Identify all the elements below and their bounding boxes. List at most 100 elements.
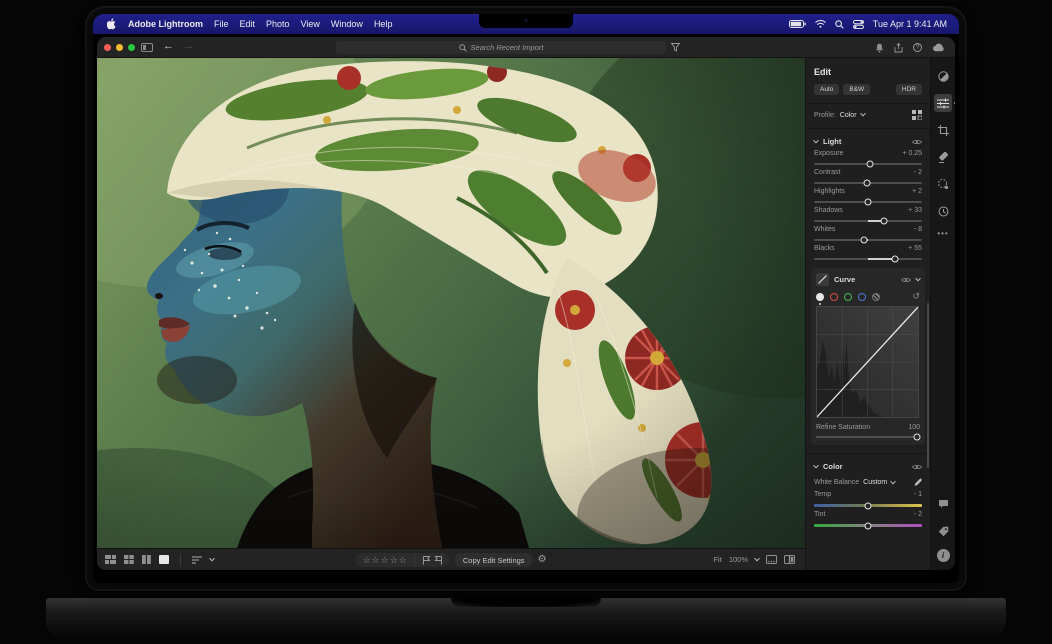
shadows-slider[interactable]: Shadows+ 33 xyxy=(806,207,930,222)
sort-chevron-icon[interactable] xyxy=(209,555,215,561)
menu-window[interactable]: Window xyxy=(331,19,363,29)
curve-tool-icon[interactable] xyxy=(816,273,829,286)
curve-channel-blue-icon[interactable] xyxy=(858,293,866,301)
menu-edit[interactable]: Edit xyxy=(240,19,256,29)
curve-parametric-icon[interactable] xyxy=(872,293,880,301)
edit-tool-icon[interactable] xyxy=(934,94,952,112)
help-icon[interactable]: ? xyxy=(913,43,922,52)
slider-knob[interactable] xyxy=(892,256,899,263)
color-visibility-eye-icon[interactable] xyxy=(912,464,922,470)
auto-button[interactable]: Auto xyxy=(814,84,839,95)
photo-grid-view-icon[interactable] xyxy=(105,555,116,564)
slider-knob[interactable] xyxy=(863,180,870,187)
tint-slider[interactable]: Tint- 2 xyxy=(806,511,930,527)
masking-tool-icon[interactable] xyxy=(934,175,952,193)
comments-icon[interactable] xyxy=(934,495,952,513)
curve-channel-green-icon[interactable] xyxy=(844,293,852,301)
bw-button[interactable]: B&W xyxy=(843,84,870,95)
slider-track[interactable] xyxy=(814,258,922,260)
slider-track[interactable] xyxy=(814,201,922,203)
white-balance-chevron-icon[interactable] xyxy=(890,478,896,484)
light-section-header[interactable]: Light xyxy=(806,137,930,146)
crop-tool-icon[interactable] xyxy=(934,121,952,139)
blacks-slider[interactable]: Blacks+ 55 xyxy=(806,245,930,260)
spotlight-search-icon[interactable] xyxy=(835,20,844,29)
curve-channel-all-icon[interactable] xyxy=(816,293,824,301)
white-balance-value[interactable]: Custom xyxy=(863,479,887,486)
slider-knob[interactable] xyxy=(865,502,872,509)
curve-visibility-eye-icon[interactable] xyxy=(901,277,911,283)
sort-icon[interactable] xyxy=(192,556,202,564)
presets-icon[interactable] xyxy=(934,67,952,85)
tone-curve-graph[interactable] xyxy=(816,306,919,418)
profile-chevron-icon[interactable] xyxy=(860,111,866,117)
curve-reset-icon[interactable]: ↺ xyxy=(912,292,920,301)
star-icon[interactable]: ☆ xyxy=(399,555,408,565)
slider-knob[interactable] xyxy=(865,199,872,206)
search-input[interactable]: Search Recent Import xyxy=(336,41,666,54)
control-center-icon[interactable] xyxy=(853,20,864,29)
star-icon[interactable]: ☆ xyxy=(372,555,381,565)
slider-knob[interactable] xyxy=(865,522,872,529)
menu-photo[interactable]: Photo xyxy=(266,19,290,29)
photo-canvas[interactable] xyxy=(97,58,805,548)
refine-saturation-track[interactable] xyxy=(816,436,920,438)
share-icon[interactable] xyxy=(894,43,903,53)
menu-clock[interactable]: Tue Apr 1 9:41 AM xyxy=(873,19,947,29)
apple-icon[interactable] xyxy=(107,18,117,30)
pick-flag-icon[interactable] xyxy=(423,556,431,565)
whites-slider[interactable]: Whites- 8 xyxy=(806,226,930,241)
zoom-fit-label[interactable]: Fit xyxy=(713,555,721,564)
detail-view-icon[interactable] xyxy=(159,555,169,564)
settings-gear-icon[interactable]: ⚙ xyxy=(538,555,547,565)
square-grid-view-icon[interactable] xyxy=(124,555,134,564)
exposure-slider[interactable]: Exposure+ 0.25 xyxy=(806,150,930,165)
menu-file[interactable]: File xyxy=(214,19,229,29)
menu-help[interactable]: Help xyxy=(374,19,393,29)
more-tools-icon[interactable]: ••• xyxy=(937,229,948,238)
menu-view[interactable]: View xyxy=(301,19,320,29)
minimize-button[interactable] xyxy=(116,44,123,51)
star-icon[interactable]: ☆ xyxy=(390,555,399,565)
curve-channel-red-icon[interactable] xyxy=(830,293,838,301)
filter-icon[interactable] xyxy=(671,43,680,52)
keywords-tag-icon[interactable] xyxy=(934,522,952,540)
battery-icon[interactable] xyxy=(789,20,806,28)
profile-value[interactable]: Color xyxy=(840,112,857,119)
slider-track[interactable] xyxy=(814,220,922,222)
close-button[interactable] xyxy=(104,44,111,51)
color-section-header[interactable]: Color xyxy=(806,462,930,471)
healing-tool-icon[interactable] xyxy=(934,148,952,166)
copy-edit-settings-button[interactable]: Copy Edit Settings xyxy=(455,553,533,567)
light-visibility-eye-icon[interactable] xyxy=(912,139,922,145)
slider-track[interactable] xyxy=(814,239,922,241)
browse-profiles-icon[interactable] xyxy=(912,110,922,120)
cloud-sync-icon[interactable] xyxy=(932,43,945,52)
before-after-icon[interactable] xyxy=(784,555,795,564)
slider-track[interactable] xyxy=(814,163,922,165)
zoom-percent[interactable]: 100% xyxy=(729,555,748,564)
temp-slider[interactable]: Temp- 1 xyxy=(806,491,930,507)
info-icon[interactable]: i xyxy=(937,549,950,562)
star-icon[interactable]: ☆ xyxy=(362,555,371,565)
slider-track[interactable] xyxy=(814,182,922,184)
zoom-button[interactable] xyxy=(128,44,135,51)
back-arrow-icon[interactable]: ← xyxy=(163,40,174,52)
versions-history-icon[interactable] xyxy=(934,202,952,220)
reject-flag-icon[interactable] xyxy=(435,556,443,565)
hdr-button[interactable]: HDR xyxy=(896,84,922,95)
slider-knob[interactable] xyxy=(913,434,920,441)
filmstrip-toggle-icon[interactable] xyxy=(766,555,777,564)
slider-track[interactable] xyxy=(814,504,922,507)
slider-track[interactable] xyxy=(814,524,922,527)
eyedropper-icon[interactable] xyxy=(913,478,922,487)
slider-knob[interactable] xyxy=(881,218,888,225)
menu-app-name[interactable]: Adobe Lightroom xyxy=(128,19,203,29)
curve-chevron-icon[interactable] xyxy=(915,275,921,281)
contrast-slider[interactable]: Contrast- 2 xyxy=(806,169,930,184)
panel-scrollbar[interactable] xyxy=(927,303,929,468)
notifications-bell-icon[interactable] xyxy=(875,43,884,53)
highlights-slider[interactable]: Highlights+ 2 xyxy=(806,188,930,203)
sidebar-toggle-icon[interactable] xyxy=(141,43,153,52)
star-rating[interactable]: ☆☆☆☆☆ xyxy=(362,556,407,565)
